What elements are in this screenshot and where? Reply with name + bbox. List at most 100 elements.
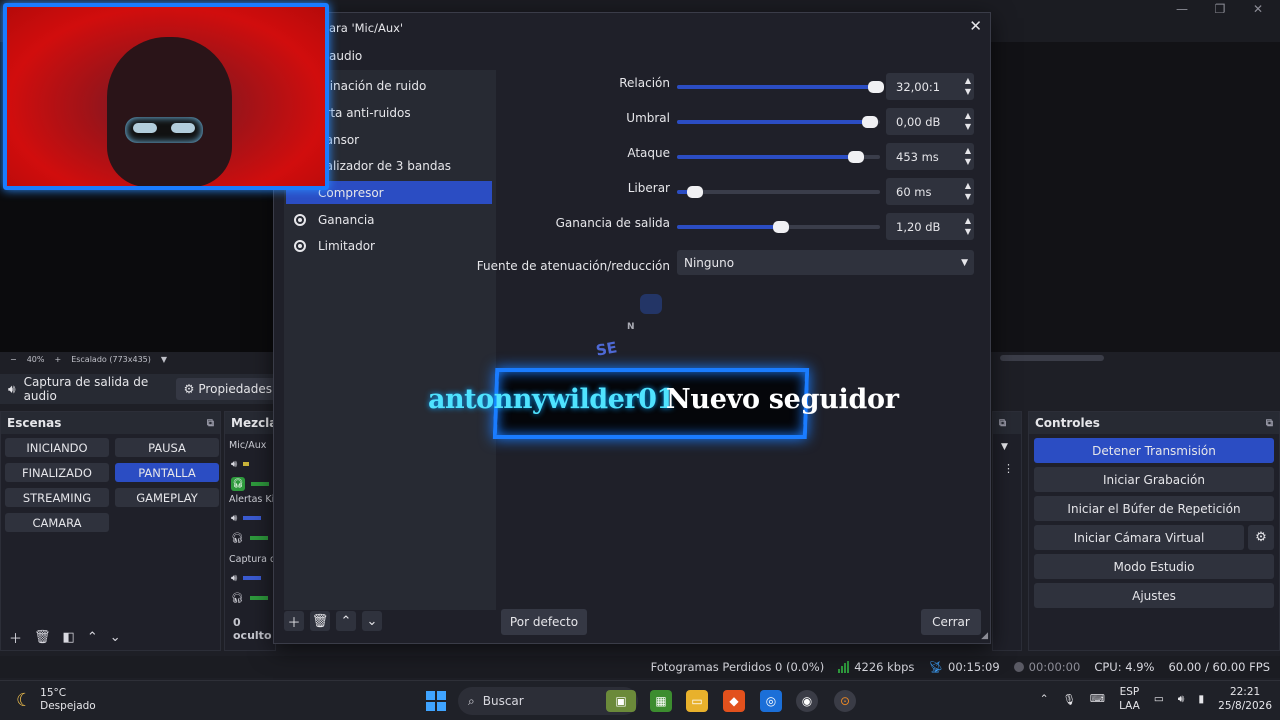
eye-icon[interactable] [294, 239, 306, 252]
spin-arrows-icon[interactable]: ▲ ▼ [965, 110, 971, 132]
param-slider[interactable] [677, 221, 880, 233]
scene-button[interactable]: FINALIZADO [5, 463, 109, 482]
eye-icon[interactable] [294, 213, 306, 226]
undock-icon[interactable]: ⧉ [999, 418, 1006, 429]
add-scene-icon[interactable]: ＋ [9, 628, 22, 647]
dialog-title: ara 'Mic/Aux' [329, 21, 404, 35]
volume-icon[interactable]: 🔊︎ [231, 513, 237, 524]
slider-handle[interactable] [861, 116, 878, 128]
slider-handle[interactable] [847, 151, 864, 163]
weather-condition: Despejado [40, 700, 96, 712]
volume-slider[interactable] [243, 516, 262, 520]
network-icon[interactable]: ▭ [1154, 693, 1164, 705]
preview-side-area [990, 42, 1280, 352]
zoom-in-icon[interactable]: + [54, 355, 61, 364]
resize-grip-icon[interactable]: ◢ [981, 631, 988, 641]
close-window-icon[interactable]: ✕ [1248, 2, 1268, 16]
stop-stream-button[interactable]: Detener Transmisión [1034, 438, 1274, 463]
volume-icon[interactable]: 🔊︎ [231, 459, 237, 470]
close-button[interactable]: Cerrar [921, 609, 981, 635]
filter-icon[interactable]: ◧ [63, 630, 75, 645]
scene-button[interactable]: INICIANDO [5, 438, 109, 457]
battery-icon[interactable]: ▮ [1198, 693, 1204, 705]
slider-handle[interactable] [772, 221, 789, 233]
filter-item[interactable]: Limitador [286, 234, 492, 257]
param-slider[interactable] [677, 186, 880, 198]
slider-handle[interactable] [687, 186, 704, 198]
brave-icon[interactable]: ◆ [723, 690, 745, 712]
minecraft-icon[interactable]: ▦ [650, 690, 672, 712]
language-indicator[interactable]: ESP LAA [1119, 685, 1140, 713]
start-recording-button[interactable]: Iniciar Grabación [1034, 467, 1274, 492]
trash-icon[interactable]: 🗑︎ [34, 630, 51, 645]
search-icon: ⌕ [468, 693, 475, 708]
replay-buffer-button[interactable]: Iniciar el Búfer de Repetición [1034, 496, 1274, 521]
horizontal-scrollbar[interactable] [990, 355, 1280, 361]
zoom-out-icon[interactable]: − [10, 355, 17, 364]
param-value: 32,00:1 [896, 79, 941, 94]
scene-button[interactable]: GAMEPLAY [115, 488, 219, 507]
scene-button[interactable]: CAMARA [5, 513, 109, 532]
param-slider[interactable] [677, 151, 880, 163]
studio-mode-button[interactable]: Modo Estudio [1034, 554, 1274, 579]
headphones-icon[interactable]: 🎧︎ [231, 593, 244, 604]
maximize-icon[interactable]: ❐ [1210, 2, 1230, 16]
scrollbar-thumb[interactable] [1000, 355, 1104, 361]
headphones-icon[interactable]: 🎧︎ [231, 533, 244, 544]
param-slider[interactable] [677, 116, 880, 128]
chevron-up-icon[interactable]: ⌃ [87, 630, 98, 645]
param-spinbox[interactable]: 0,00 dB ▲ ▼ [886, 108, 974, 135]
mixer-channel-mic: Mic/Aux [229, 440, 267, 451]
param-spinbox[interactable]: 60 ms ▲ ▼ [886, 178, 974, 205]
chevron-down-icon[interactable]: ⌄ [110, 630, 121, 645]
windows-start-icon[interactable] [426, 691, 446, 711]
spin-arrows-icon[interactable]: ▲ ▼ [965, 145, 971, 167]
spin-arrows-icon[interactable]: ▲ ▼ [965, 75, 971, 97]
clock[interactable]: 22:21 25/8/2026 [1218, 685, 1272, 713]
spin-arrows-icon[interactable]: ▲ ▼ [965, 215, 971, 237]
chevron-down-icon[interactable]: ⌄ [362, 611, 382, 631]
folder-icon[interactable]: ▭ [686, 690, 708, 712]
volume-icon[interactable]: 🔊︎ [1178, 693, 1185, 706]
weather-widget[interactable]: ☾ 15°C Despejado [16, 687, 96, 713]
stream-time: 00:15:09 [948, 660, 1000, 674]
defaults-button[interactable]: Por defecto [501, 609, 587, 635]
ducking-source-select[interactable]: Ninguno ▼ [677, 250, 974, 275]
webcam-overlay [3, 3, 329, 190]
slider-handle[interactable] [867, 81, 884, 93]
browser-icon[interactable]: ◎ [760, 690, 782, 712]
volume-slider[interactable] [243, 576, 262, 580]
param-label: Ataque [627, 146, 670, 160]
scale-dropdown-icon[interactable]: ▼ [161, 355, 167, 364]
undock-icon[interactable]: ⧉ [207, 418, 214, 429]
gear-icon[interactable]: ⚙ [1248, 525, 1274, 550]
param-spinbox[interactable]: 32,00:1 ▲ ▼ [886, 73, 974, 100]
keyboard-icon[interactable]: ⌨ [1090, 693, 1105, 705]
more-options-icon[interactable]: ⋮ [993, 460, 1021, 477]
settings-button[interactable]: Ajustes [1034, 583, 1274, 608]
virtual-camera-button[interactable]: Iniciar Cámara Virtual [1034, 525, 1244, 550]
spin-arrows-icon[interactable]: ▲ ▼ [965, 180, 971, 202]
param-value: 60 ms [896, 184, 932, 199]
trash-icon[interactable]: 🗑︎ [310, 611, 330, 631]
microphone-icon[interactable]: 🎙︎ [1063, 693, 1076, 706]
scene-button[interactable]: STREAMING [5, 488, 109, 507]
chevron-up-icon[interactable]: ⌃ [1040, 693, 1049, 705]
headphones-icon[interactable]: 🎧︎ [231, 477, 245, 491]
minimize-icon[interactable]: — [1172, 2, 1192, 16]
scene-button[interactable]: PAUSA [115, 438, 219, 457]
param-spinbox[interactable]: 453 ms ▲ ▼ [886, 143, 974, 170]
filter-item[interactable]: Ganancia [286, 208, 492, 231]
properties-button[interactable]: ⚙ Propiedades [175, 378, 280, 400]
param-slider[interactable] [677, 81, 884, 93]
obs-icon[interactable]: ◉ [796, 690, 818, 712]
scene-button[interactable]: PANTALLA [115, 463, 219, 482]
param-spinbox[interactable]: 1,20 dB ▲ ▼ [886, 213, 974, 240]
overwatch-icon[interactable]: ⊙ [834, 690, 856, 712]
chevron-up-icon[interactable]: ⌃ [336, 611, 356, 631]
volume-icon[interactable]: 🔊︎ [231, 573, 237, 584]
add-filter-button[interactable]: ＋ [284, 611, 304, 631]
transition-dropdown-icon[interactable]: ▼ [993, 434, 1021, 460]
close-icon[interactable]: ✕ [969, 17, 982, 35]
undock-icon[interactable]: ⧉ [1266, 418, 1273, 429]
